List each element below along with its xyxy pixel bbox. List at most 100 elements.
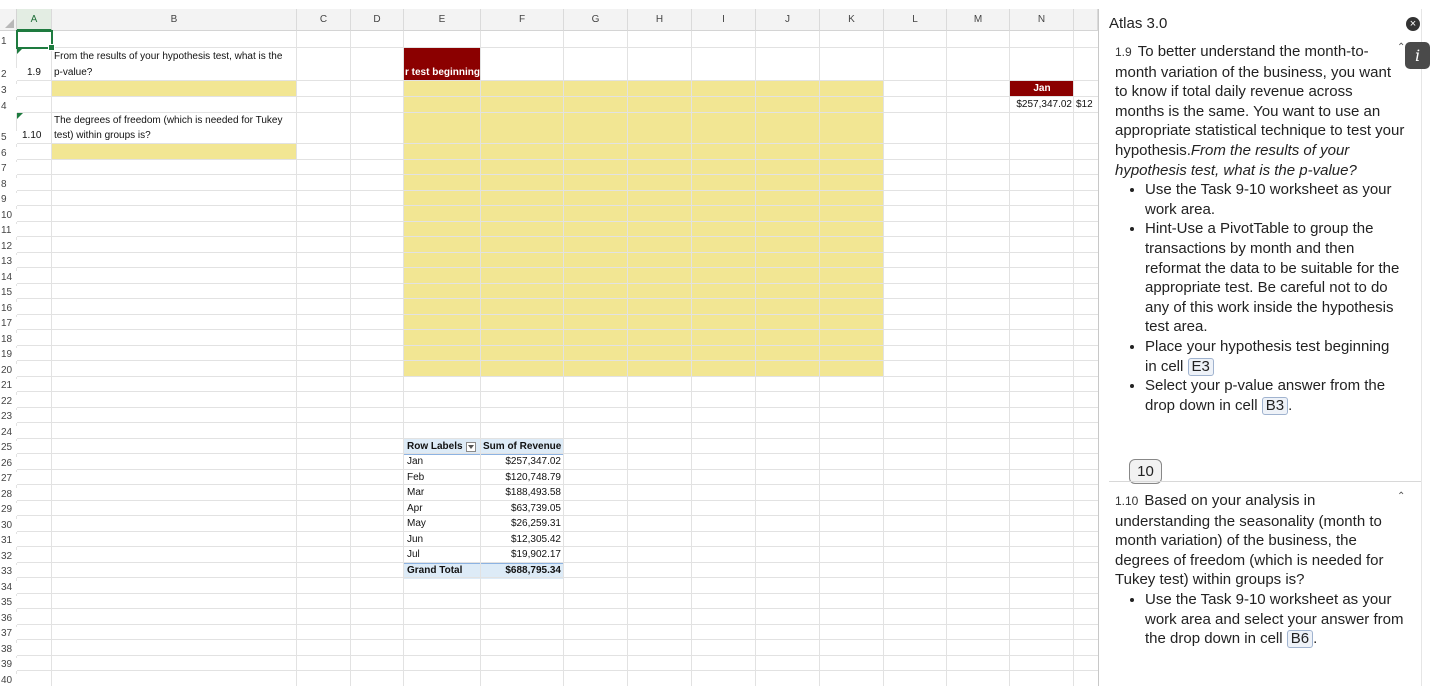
row-header-30[interactable]: 30 [0, 518, 17, 532]
cell-ref-e3[interactable]: E3 [1187, 357, 1214, 376]
cell-b5-line1: The degrees of freedom (which is needed … [54, 114, 283, 126]
column-header-b[interactable]: B [52, 9, 297, 31]
row-header-6[interactable]: 6 [0, 146, 17, 160]
row-header-33[interactable]: 33 [0, 565, 17, 578]
bullet-work-area: Use the Task 9-10 worksheet as your work… [1145, 180, 1405, 219]
column-header-j[interactable]: J [756, 9, 820, 31]
error-indicator [17, 47, 23, 54]
row-header-29[interactable]: 29 [0, 503, 17, 516]
column-header-n[interactable]: N [1010, 9, 1074, 31]
grid-row-line [17, 623, 1098, 625]
spreadsheet-grid[interactable]: A B C D E F G H I J K L M N 1 2 3 4 5 6 7 8 9 10 11 12 13 14 15 16 17 1… [0, 0, 1098, 686]
grid-row-line [17, 282, 1098, 284]
column-header-m[interactable]: M [947, 9, 1010, 31]
row-header-11[interactable]: 11 [0, 224, 17, 237]
hypothesis-test-area[interactable] [404, 80, 884, 377]
row-header-32[interactable]: 32 [0, 549, 17, 563]
cell-ref-b3[interactable]: B3 [1261, 396, 1289, 415]
bullet-hint: Hint-Use a PivotTable to group the trans… [1145, 219, 1405, 337]
row-header-36[interactable]: 36 [0, 611, 17, 625]
row-header-40[interactable]: 40 [0, 673, 17, 686]
row-header-17[interactable]: 17 [0, 317, 17, 330]
grid-row-line [17, 142, 1098, 144]
grid-row-line [17, 484, 1098, 485]
row-header-18[interactable]: 18 [0, 332, 17, 346]
grid-col-line [480, 31, 481, 686]
row-header-16[interactable]: 16 [0, 301, 17, 315]
grid-row-line [17, 158, 1098, 160]
grid-row-line [17, 391, 1098, 392]
grid-row-line [17, 79, 1098, 81]
column-header-d[interactable]: D [351, 9, 404, 31]
row-header-21[interactable]: 21 [0, 379, 17, 392]
row-header-12[interactable]: 12 [0, 239, 17, 253]
panel-scrollbar[interactable] [1421, 9, 1422, 686]
row-header-4[interactable]: 4 [0, 99, 17, 113]
column-header-g[interactable]: G [564, 9, 628, 31]
row-header-37[interactable]: 37 [0, 627, 17, 640]
select-all-corner[interactable] [0, 9, 17, 31]
row-header-13[interactable]: 13 [0, 255, 17, 268]
cell-b5-line2: test) within groups is? [54, 129, 151, 141]
grid-row-line [17, 406, 1098, 408]
row-header-9[interactable]: 9 [0, 193, 17, 206]
divider [1109, 481, 1421, 482]
column-header-e[interactable]: E [404, 9, 481, 31]
cell-e2-header-top[interactable] [404, 46, 481, 62]
row-header-15[interactable]: 15 [0, 286, 17, 299]
row-header-39[interactable]: 39 [0, 658, 17, 671]
row-header-1[interactable]: 1 [0, 34, 17, 48]
row-header-35[interactable]: 35 [0, 596, 17, 609]
grid-row-line [17, 220, 1098, 222]
cell-a2: 1.9 [27, 66, 41, 78]
row-header-23[interactable]: 23 [0, 410, 17, 423]
row-header-22[interactable]: 22 [0, 394, 17, 408]
row-header-28[interactable]: 28 [0, 487, 17, 501]
grid-row-line [17, 592, 1098, 594]
row-header-26[interactable]: 26 [0, 456, 17, 470]
column-header-f[interactable]: F [481, 9, 564, 31]
cell-ref-b6[interactable]: B6 [1286, 630, 1314, 649]
column-header-c[interactable]: C [297, 9, 351, 31]
row-header-27[interactable]: 27 [0, 472, 17, 485]
bullet-select-answer: Use the Task 9-10 worksheet as your work… [1145, 590, 1405, 649]
column-header-o[interactable] [1074, 9, 1098, 31]
row-header-20[interactable]: 20 [0, 363, 17, 377]
grid-row-line [17, 298, 1098, 299]
cell-b6-answer[interactable] [52, 143, 297, 160]
filter-dropdown-icon[interactable] [466, 441, 476, 452]
row-header-8[interactable]: 8 [0, 177, 17, 191]
row-header-7[interactable]: 7 [0, 162, 17, 175]
row-header-38[interactable]: 38 [0, 642, 17, 656]
column-header-l[interactable]: L [884, 9, 947, 31]
question-number: 1.9 [1115, 45, 1132, 59]
row-header-24[interactable]: 24 [0, 425, 17, 439]
cell-b3-answer[interactable] [52, 80, 297, 97]
column-header-k[interactable]: K [820, 9, 884, 31]
cell-e2: r test beginning [405, 66, 480, 78]
row-header-31[interactable]: 31 [0, 534, 17, 547]
question-1-9: 1.9 To better understand the month-to-mon… [1115, 42, 1405, 415]
row-header-34[interactable]: 34 [0, 580, 17, 594]
grid-row-line [17, 46, 1098, 48]
row-header-5[interactable]: 5 [0, 130, 17, 144]
grid-row-line [17, 670, 1098, 671]
grid-col-line [627, 31, 628, 686]
info-icon[interactable]: i [1405, 42, 1430, 69]
row-header-3[interactable]: 3 [0, 83, 17, 97]
column-header-i[interactable]: I [692, 9, 756, 31]
grid-row-line [17, 236, 1098, 237]
row-header-14[interactable]: 14 [0, 270, 17, 284]
pivot-row-labels-header[interactable]: Row Labels [407, 441, 463, 452]
column-header-h[interactable]: H [628, 9, 692, 31]
column-header-a[interactable]: A [17, 9, 52, 31]
pivot-sum-header: Sum of Revenue [483, 440, 562, 452]
cell-b2-line1: From the results of your hypothesis test… [54, 50, 283, 62]
row-header-19[interactable]: 19 [0, 348, 17, 361]
row-header-10[interactable]: 10 [0, 208, 17, 222]
row-header-25[interactable]: 25 [0, 441, 17, 454]
row-header-2[interactable]: 2 [0, 67, 17, 81]
close-icon[interactable]: × [1406, 17, 1420, 31]
pivot-row-label: Feb [407, 471, 425, 483]
active-cell-a1[interactable] [16, 30, 55, 50]
